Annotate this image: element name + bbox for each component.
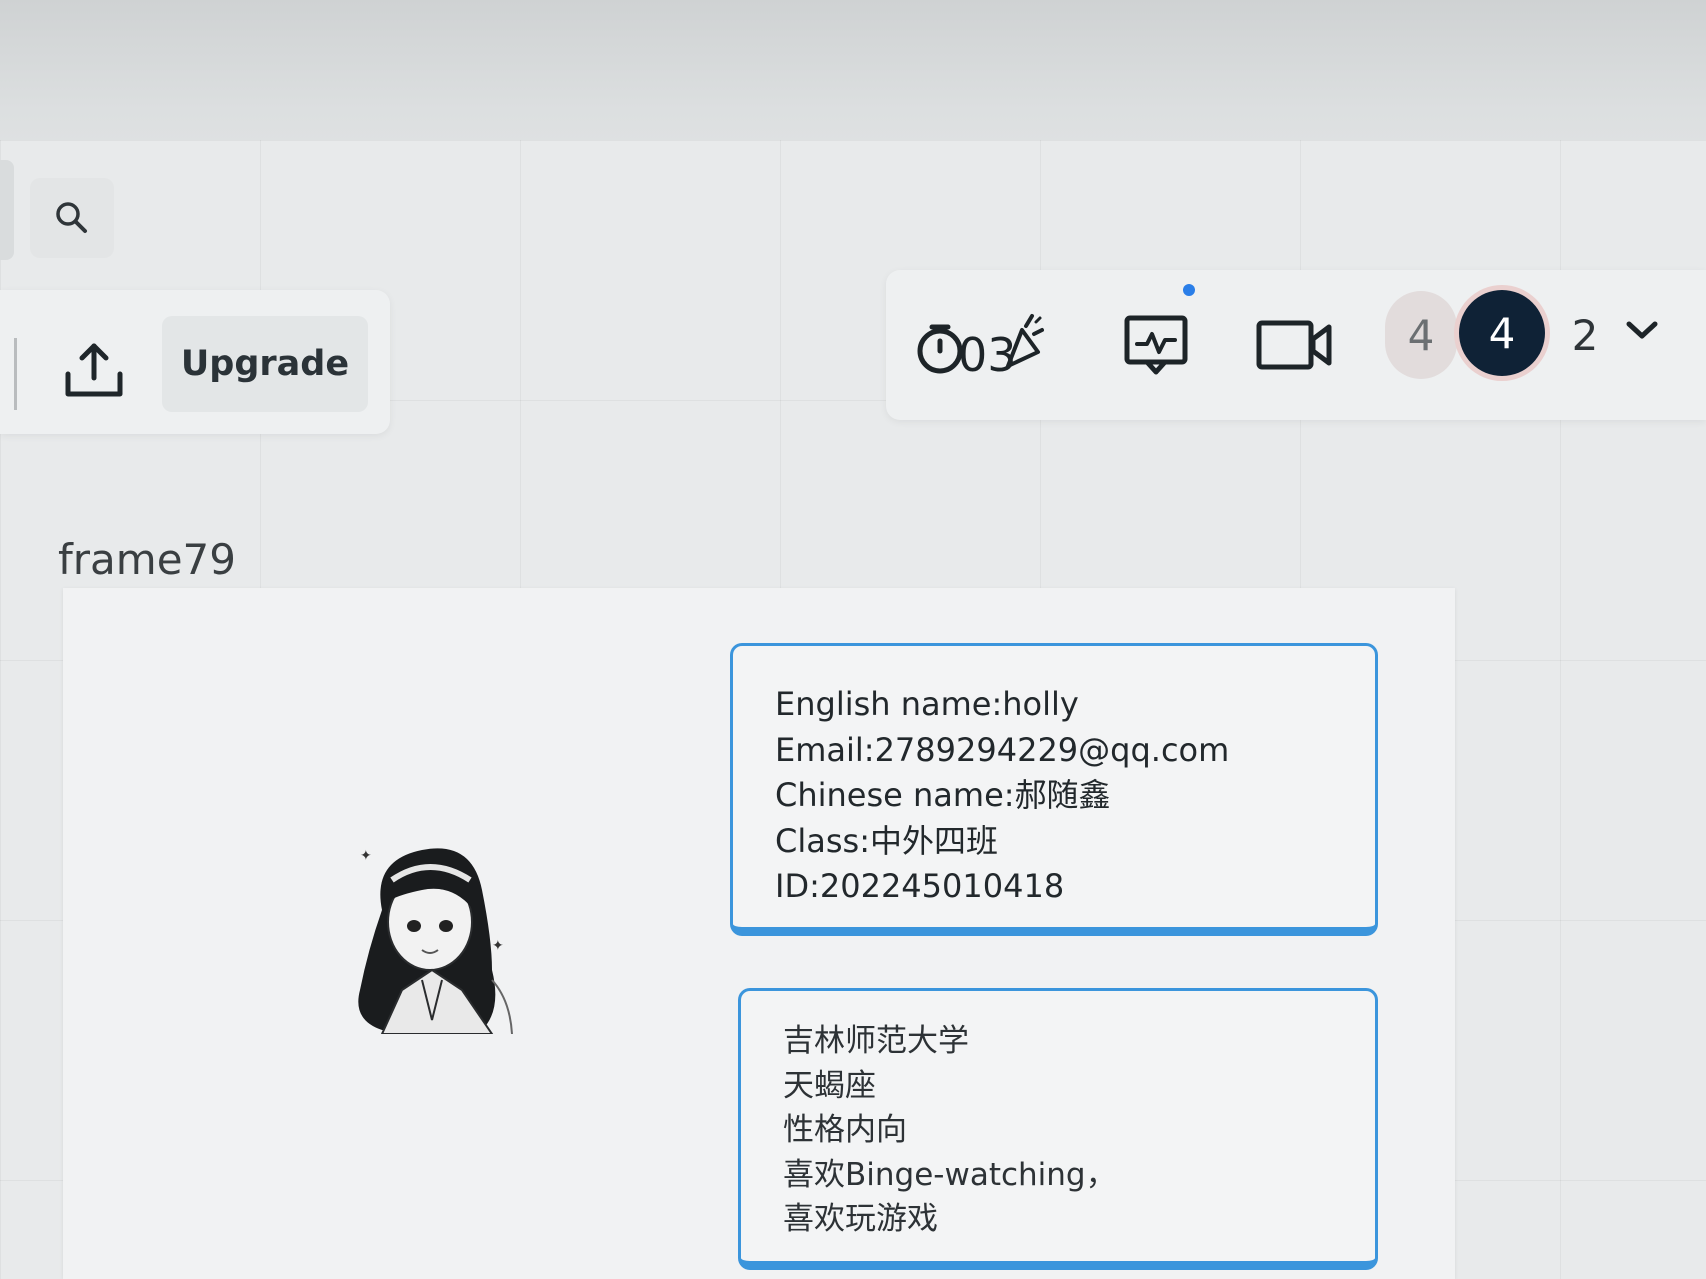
collaborators-count[interactable]: 4 — [1385, 291, 1457, 379]
timer-button[interactable]: 03 — [912, 300, 1062, 390]
svg-text:✦: ✦ — [492, 938, 504, 954]
info-chinese-name: Chinese name:郝随鑫 — [775, 776, 1111, 814]
about-zodiac: 天蝎座 — [783, 1067, 876, 1104]
upgrade-button[interactable]: Upgrade — [162, 316, 368, 412]
info-card[interactable]: English name:holly Email:2789294229@qq.c… — [730, 643, 1378, 936]
search-icon — [56, 202, 87, 233]
info-english-name: English name:holly — [775, 685, 1079, 723]
video-call-button[interactable] — [1250, 305, 1340, 385]
share-button[interactable] — [52, 325, 136, 415]
toolbar-divider — [14, 338, 17, 410]
viewers-dropdown[interactable] — [1620, 308, 1664, 352]
upload-icon — [65, 343, 123, 397]
avatar-illustration[interactable]: ✦ ✦ — [342, 830, 542, 1035]
chevron-down-icon — [1626, 321, 1658, 339]
info-class: Class:中外四班 — [775, 821, 998, 860]
svg-text:✦: ✦ — [360, 848, 372, 864]
presentation-chart-icon — [1124, 315, 1188, 375]
left-panel-edge — [0, 160, 14, 260]
about-card[interactable]: 吉林师范大学 天蝎座 性格内向 喜欢Binge-watching， 喜欢玩游戏 — [738, 988, 1378, 1270]
search-button[interactable] — [30, 178, 114, 258]
about-personality: 性格内向 — [783, 1112, 907, 1148]
active-user-avatar[interactable]: 4 — [1459, 290, 1545, 376]
info-email: Email:2789294229@qq.com — [775, 730, 1230, 769]
viewers-count[interactable]: 2 — [1560, 300, 1610, 370]
about-hobby-2: 喜欢玩游戏 — [783, 1201, 938, 1237]
party-popper-icon — [1006, 314, 1044, 368]
video-camera-icon — [1256, 320, 1332, 370]
screen: Upgrade 03 4 4 2 frame79 ✦ ✦ English nam… — [0, 0, 1706, 1279]
info-id: ID:202245010418 — [775, 867, 1065, 905]
notification-dot — [1183, 284, 1195, 296]
frame-name-label[interactable]: frame79 — [58, 535, 236, 584]
girl-avatar-image: ✦ ✦ — [358, 848, 513, 1035]
presentation-button[interactable] — [1116, 305, 1196, 385]
about-university: 吉林师范大学 — [783, 1023, 969, 1059]
about-hobby-1: 喜欢Binge-watching， — [783, 1156, 1117, 1193]
